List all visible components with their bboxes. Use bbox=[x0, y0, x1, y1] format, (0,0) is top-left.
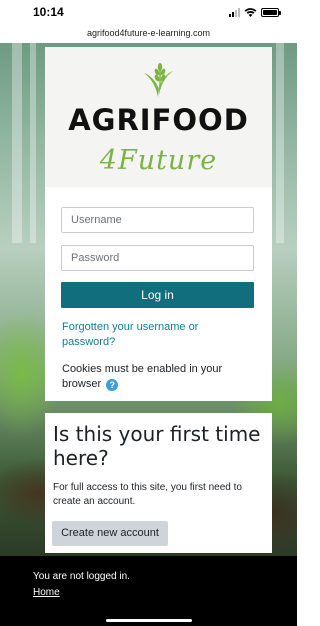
username-field[interactable] bbox=[61, 207, 254, 233]
signup-description: For full access to this site, you first … bbox=[53, 482, 242, 507]
logo-subtitle: 4Future bbox=[99, 145, 218, 176]
status-icons bbox=[229, 8, 281, 17]
cellular-signal-icon bbox=[229, 8, 240, 17]
status-time: 10:14 bbox=[33, 5, 64, 19]
address-bar[interactable]: agrifood4future-e-learning.com bbox=[0, 26, 297, 43]
battery-icon bbox=[261, 8, 281, 17]
signup-heading: Is this your first time here? bbox=[53, 422, 261, 470]
password-field[interactable] bbox=[61, 245, 254, 271]
cookies-text: Cookies must be enabled in your browser bbox=[62, 363, 223, 390]
login-button[interactable]: Log in bbox=[61, 282, 254, 308]
home-indicator bbox=[106, 619, 192, 622]
status-bar: 10:14 bbox=[0, 0, 297, 26]
url-text: agrifood4future-e-learning.com bbox=[86, 28, 211, 38]
footer: You are not logged in. Home bbox=[0, 556, 297, 626]
wheat-leaf-icon bbox=[144, 63, 173, 97]
site-logo: AGRIFOOD 4Future bbox=[45, 47, 272, 187]
forgot-password-link[interactable]: Forgotten your username or password? bbox=[62, 320, 252, 350]
login-status: You are not logged in. bbox=[33, 571, 130, 582]
help-icon[interactable]: ? bbox=[106, 379, 119, 391]
login-card: AGRIFOOD 4Future Log in Forgotten your u… bbox=[45, 47, 272, 401]
create-account-button[interactable]: Create new account bbox=[52, 521, 168, 546]
wifi-icon bbox=[244, 8, 257, 17]
logo-title: AGRIFOOD bbox=[68, 103, 249, 137]
signup-panel: Is this your first time here? For full a… bbox=[45, 413, 272, 553]
home-link[interactable]: Home bbox=[33, 587, 60, 598]
cookies-notice: Cookies must be enabled in your browser … bbox=[62, 362, 262, 392]
